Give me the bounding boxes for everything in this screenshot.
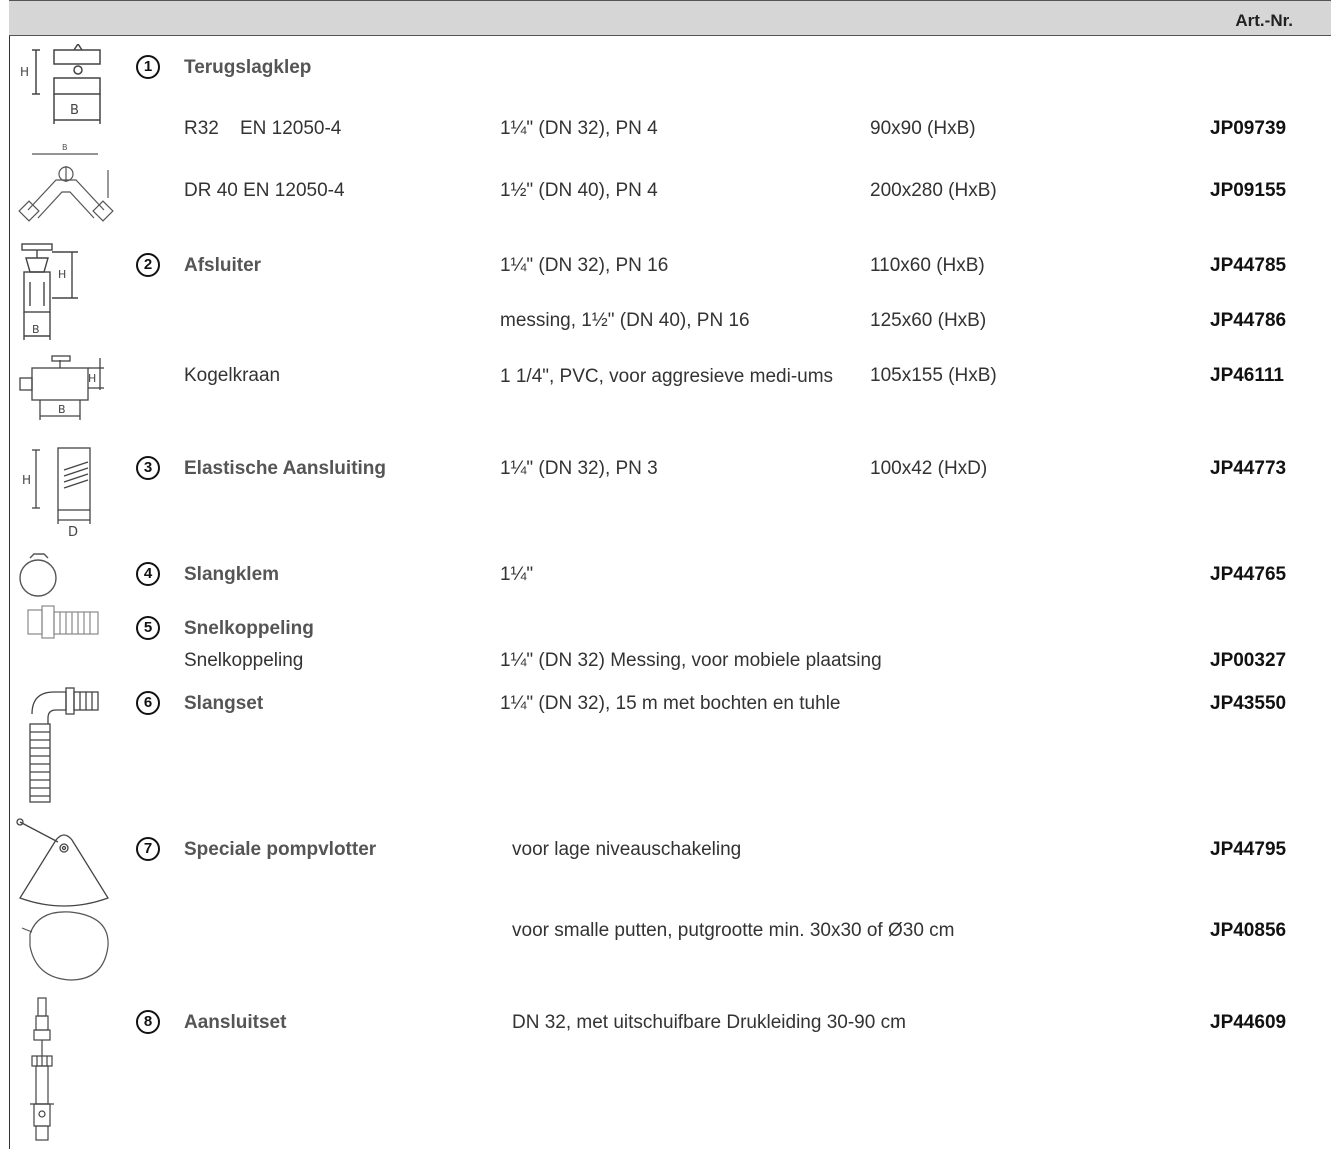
connection-set-icon — [24, 996, 64, 1142]
product-dimensions: 105x155 (HxB) — [870, 365, 997, 386]
product-spec: voor smalle putten, putgrootte min. 30x3… — [512, 920, 955, 941]
article-number: JP44785 — [1210, 255, 1287, 276]
product-title: Slangset — [184, 693, 264, 714]
product-spec: 1¼" (DN 32) Messing, voor mobiele plaats… — [500, 650, 882, 671]
product-title: Terugslagklep — [184, 57, 312, 78]
item-number-badge: 7 — [136, 837, 160, 861]
item-number-badge: 4 — [136, 562, 160, 586]
item-number-badge: 2 — [136, 253, 160, 277]
hose-clamp-icon — [18, 550, 62, 600]
svg-text:B: B — [70, 103, 79, 118]
product-dimensions: 125x60 (HxB) — [870, 310, 987, 331]
article-number-header: Art.-Nr. — [1235, 11, 1293, 30]
item-number-badge: 6 — [136, 691, 160, 715]
product-dimensions: 110x60 (HxB) — [870, 255, 985, 276]
product-name: R32 EN 12050-4 — [184, 118, 342, 139]
product-spec: 1½" (DN 40), PN 4 — [500, 180, 658, 201]
product-title: Afsluiter — [184, 255, 262, 276]
product-spec: 1¼" (DN 32), PN 16 — [500, 255, 669, 276]
product-dimensions: 100x42 (HxD) — [870, 458, 988, 479]
pump-float-icon — [16, 818, 112, 910]
product-title: Aansluitset — [184, 1012, 287, 1033]
product-spec: 1¼" (DN 32), 15 m met bochten en tuhle — [500, 693, 841, 714]
svg-text:D: D — [68, 525, 78, 538]
product-name: DR 40 EN 12050-4 — [184, 180, 345, 201]
product-name: Kogelkraan — [184, 365, 281, 386]
svg-text:H: H — [20, 65, 29, 79]
ball-valve-diagram-icon: H B — [18, 354, 110, 424]
article-number: JP09739 — [1210, 118, 1287, 139]
article-number: JP09155 — [1210, 180, 1287, 201]
product-spec: messing, 1½" (DN 40), PN 16 — [500, 310, 750, 331]
check-valve-diagram-icon: H B — [18, 44, 110, 126]
product-dimensions: 200x280 (HxB) — [870, 180, 997, 201]
product-spec: 1 1/4", PVC, voor aggresieve medi-ums — [500, 366, 834, 387]
article-number: JP40856 — [1210, 920, 1287, 941]
article-number: JP44786 — [1210, 310, 1287, 331]
svg-text:H: H — [58, 268, 66, 281]
product-title: Snelkoppeling — [184, 618, 314, 639]
product-spec: voor lage niveauschakeling — [512, 839, 742, 860]
round-float-icon — [18, 906, 114, 986]
product-spec: DN 32, met uitschuifbare Drukleiding 30-… — [512, 1012, 906, 1033]
svg-text:H: H — [88, 372, 96, 385]
y-check-valve-diagram-icon: B — [18, 140, 114, 222]
article-number: JP44795 — [1210, 839, 1287, 860]
item-number-badge: 8 — [136, 1010, 160, 1034]
product-spec: 1¼" (DN 32), PN 4 — [500, 118, 658, 139]
item-number-badge: 5 — [136, 616, 160, 640]
svg-text:B: B — [58, 403, 66, 416]
product-accessories-page: Art.-Nr. H B B H B H B H D 1 Terugslagkl… — [0, 0, 1331, 1149]
product-name: Snelkoppeling — [184, 650, 304, 671]
svg-text:B: B — [32, 323, 40, 336]
article-number: JP46111 — [1210, 365, 1284, 386]
svg-text:H: H — [22, 473, 31, 487]
article-number: JP00327 — [1210, 650, 1287, 671]
product-title: Elastische Aansluiting — [184, 458, 387, 479]
product-title: Speciale pompvlotter — [184, 839, 377, 860]
article-number: JP44765 — [1210, 564, 1287, 585]
table-header: Art.-Nr. — [9, 0, 1331, 36]
product-dimensions: 90x90 (HxB) — [870, 118, 976, 139]
quick-coupling-icon — [26, 602, 108, 642]
product-spec: 1¼" — [500, 564, 534, 585]
gate-valve-diagram-icon: H B — [18, 242, 84, 342]
product-spec: 1¼" (DN 32), PN 3 — [500, 458, 658, 479]
article-number: JP44609 — [1210, 1012, 1287, 1033]
article-number: JP43550 — [1210, 693, 1287, 714]
hose-set-icon — [22, 684, 104, 804]
left-margin-rule — [9, 0, 10, 1149]
svg-text:B: B — [62, 143, 68, 152]
article-number: JP44773 — [1210, 458, 1287, 479]
product-title: Slangklem — [184, 564, 280, 585]
elastic-connector-diagram-icon: H D — [18, 444, 102, 538]
item-number-badge: 1 — [136, 55, 160, 79]
item-number-badge: 3 — [136, 456, 160, 480]
